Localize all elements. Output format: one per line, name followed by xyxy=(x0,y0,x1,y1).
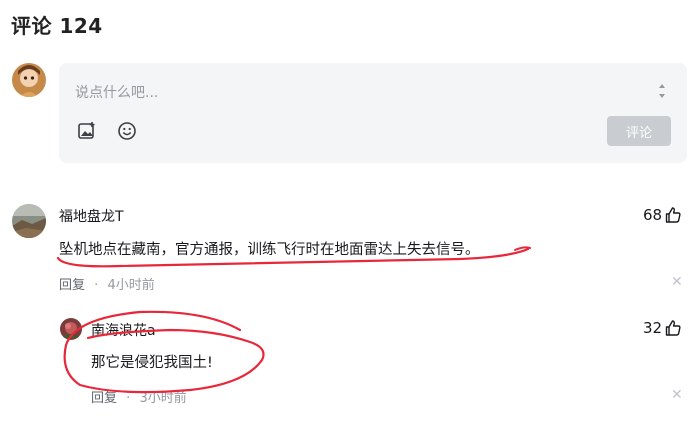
comment-meta: 回复 · 4小时前 xyxy=(59,274,155,293)
thumbs-up-icon xyxy=(665,320,681,336)
meta-separator: · xyxy=(94,278,99,293)
reply-meta: 回复 · 3小时前 xyxy=(91,387,187,406)
comment-username[interactable]: 福地盘龙T xyxy=(59,206,124,226)
reply-avatar[interactable] xyxy=(60,318,82,340)
submit-comment-button[interactable]: 评论 xyxy=(607,116,671,146)
reply-like-count: 32 xyxy=(643,319,663,337)
avatar-image-icon xyxy=(12,63,46,97)
comment-timestamp: 4小时前 xyxy=(107,278,155,293)
emoji-icon[interactable] xyxy=(117,121,137,141)
comment-composer[interactable] xyxy=(59,63,687,163)
comment-like-button[interactable]: 68 xyxy=(643,206,682,224)
reply-button[interactable]: 回复 xyxy=(59,278,85,293)
scroll-spinner-icon[interactable] xyxy=(656,79,668,103)
close-icon[interactable]: ✕ xyxy=(671,274,683,290)
thumbs-up-icon xyxy=(665,207,681,223)
comment-input[interactable]: 说点什么吧... xyxy=(75,82,158,102)
current-user-avatar[interactable] xyxy=(12,63,46,97)
image-add-icon[interactable] xyxy=(77,121,97,141)
comment-like-count: 68 xyxy=(643,206,663,224)
reply-username[interactable]: 南海浪花a xyxy=(91,320,156,340)
meta-separator: · xyxy=(126,391,131,406)
reply-timestamp: 3小时前 xyxy=(139,391,187,406)
comment-avatar[interactable] xyxy=(12,204,46,238)
annotation-underline xyxy=(514,246,531,251)
reply-text: 那它是侵犯我国土! xyxy=(91,355,213,371)
reply-button[interactable]: 回复 xyxy=(91,391,117,406)
comment-text: 坠机地点在藏南，官方通报，训练飞行时在地面雷达上失去信号。 xyxy=(59,242,480,258)
comments-title: 评论 124 xyxy=(11,14,103,38)
reply-like-button[interactable]: 32 xyxy=(643,319,682,337)
close-icon[interactable]: ✕ xyxy=(671,387,683,403)
